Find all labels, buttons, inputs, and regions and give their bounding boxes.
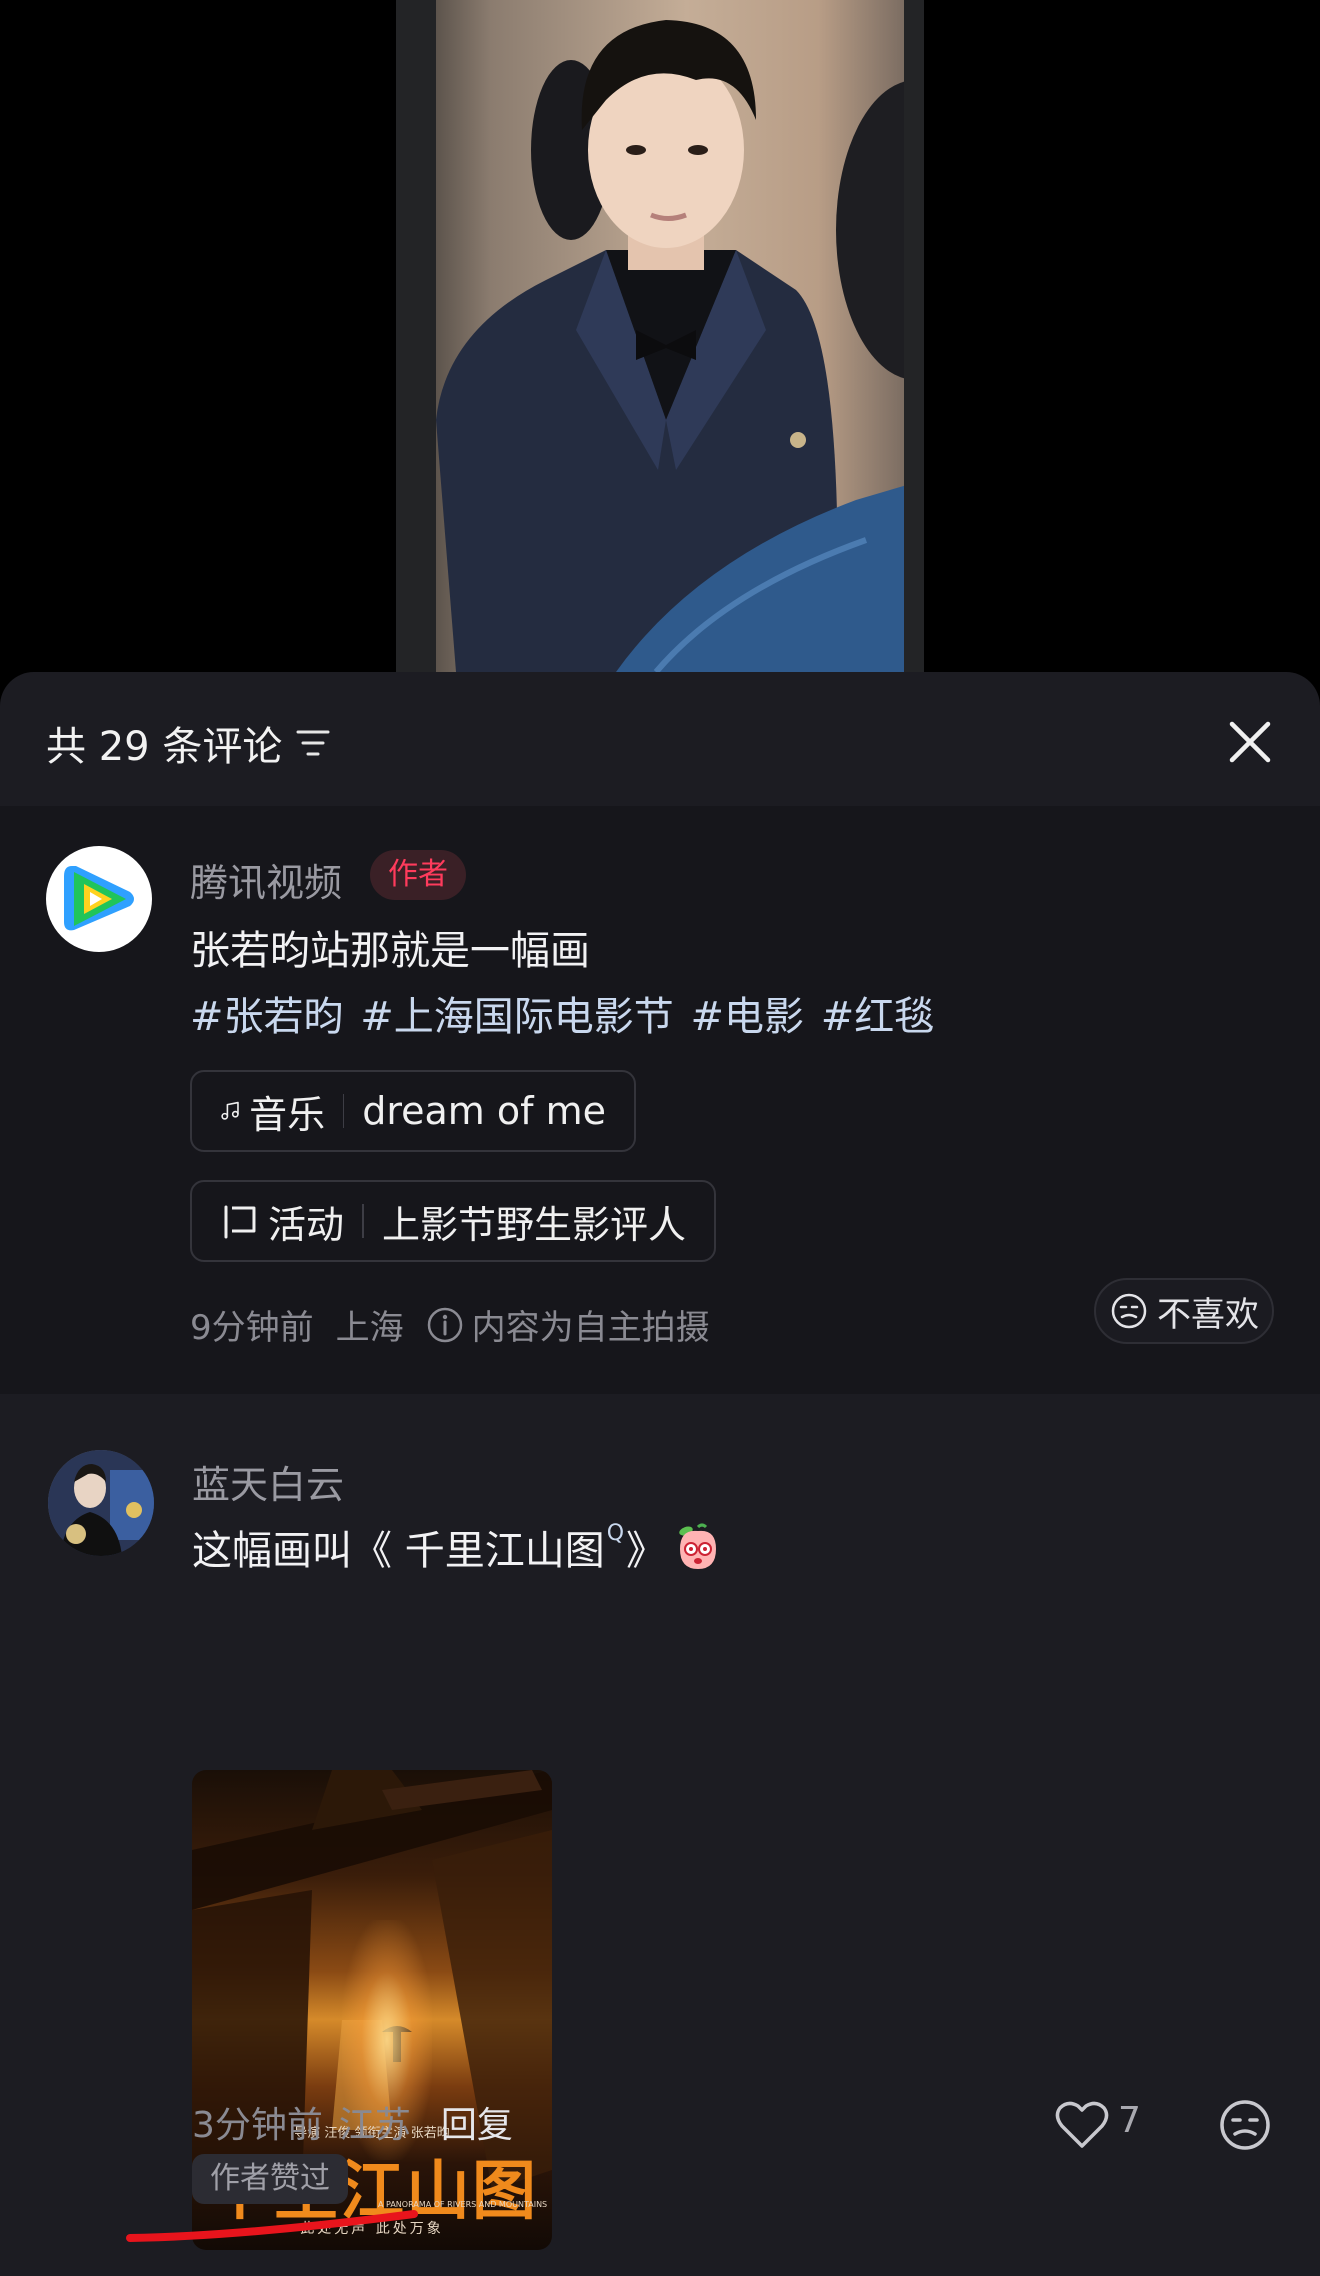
comment-meta: 3分钟前 江苏 回复 xyxy=(192,2096,513,2148)
comment-count-title: 共 29 条评论 xyxy=(46,724,283,770)
comment-time: 3分钟前 xyxy=(192,2105,323,2146)
video-area[interactable] xyxy=(0,0,1320,672)
event-chip-value: 上影节野生影评人 xyxy=(381,1202,686,1247)
video-figure xyxy=(436,20,924,672)
author-post: 腾讯视频 作者 张若昀站那就是一幅画 #张若昀 #上海国际电影节 #电影 #红毯… xyxy=(0,806,1320,1394)
tencent-video-logo-icon xyxy=(64,866,134,931)
dislike-label: 不喜欢 xyxy=(1157,1294,1259,1335)
sort-filter-icon[interactable] xyxy=(296,728,330,758)
content-notice: 内容为自主拍摄 xyxy=(471,1308,710,1348)
post-meta: 9分钟前 上海 内容为自主拍摄 xyxy=(190,1300,710,1349)
music-chip-value: dream of me xyxy=(362,1089,606,1133)
dislike-button[interactable]: 不喜欢 xyxy=(1094,1278,1274,1344)
avatar-image xyxy=(48,1450,154,1556)
comment-text: 这幅画叫《 千里江山图 Q 》 xyxy=(192,1518,724,1576)
chip-divider xyxy=(361,1204,364,1238)
comment-text-main: 这幅画叫《 千里江山图 xyxy=(192,1528,605,1574)
post-hashtags[interactable]: #张若昀 #上海国际电影节 #电影 #红毯 xyxy=(190,984,934,1042)
heart-like-icon[interactable] xyxy=(1054,2098,1110,2150)
author-liked-badge: 作者赞过 xyxy=(192,2154,348,2204)
user-avatar[interactable] xyxy=(48,1450,154,1556)
event-flag-icon xyxy=(224,1205,256,1239)
author-badge: 作者 xyxy=(370,850,466,900)
like-count: 7 xyxy=(1118,2100,1141,2141)
peach-emoji-icon xyxy=(679,1523,717,1569)
video-frame[interactable] xyxy=(396,0,924,672)
door-panel-left xyxy=(396,0,436,672)
red-annotation-underline xyxy=(126,2210,418,2242)
sheet-header: 共 29 条评论 xyxy=(0,672,1320,806)
door-panel-right xyxy=(904,0,924,672)
post-time: 9分钟前 xyxy=(190,1308,314,1348)
chip-divider xyxy=(343,1094,345,1128)
music-note-icon xyxy=(221,1101,239,1120)
dislike-face-icon[interactable] xyxy=(1218,2098,1272,2152)
comment-location: 江苏 xyxy=(338,2105,411,2146)
comment-text-end: 》 xyxy=(626,1528,667,1574)
search-link-mark[interactable]: Q xyxy=(607,1521,624,1546)
post-location: 上海 xyxy=(335,1308,404,1348)
music-chip-label: 音乐 xyxy=(249,1092,326,1137)
info-icon[interactable] xyxy=(426,1306,464,1344)
neutral-face-icon xyxy=(1111,1293,1147,1329)
close-icon[interactable] xyxy=(1224,716,1276,768)
event-chip-label: 活动 xyxy=(267,1202,344,1247)
author-name[interactable]: 腾讯视频 xyxy=(190,852,342,907)
post-text: 张若昀站那就是一幅画 xyxy=(190,928,590,974)
author-avatar[interactable] xyxy=(46,846,152,952)
music-chip[interactable]: 音乐 dream of me xyxy=(190,1070,636,1152)
event-chip[interactable]: 活动 上影节野生影评人 xyxy=(190,1180,716,1262)
reply-button[interactable]: 回复 xyxy=(441,2096,513,2148)
comment-sheet: 共 29 条评论 腾讯视频 作者 张若昀站那就是一幅画 #张若昀 #上海国际电影… xyxy=(0,672,1320,2276)
comment-user-name[interactable]: 蓝天白云 xyxy=(192,1454,344,1509)
